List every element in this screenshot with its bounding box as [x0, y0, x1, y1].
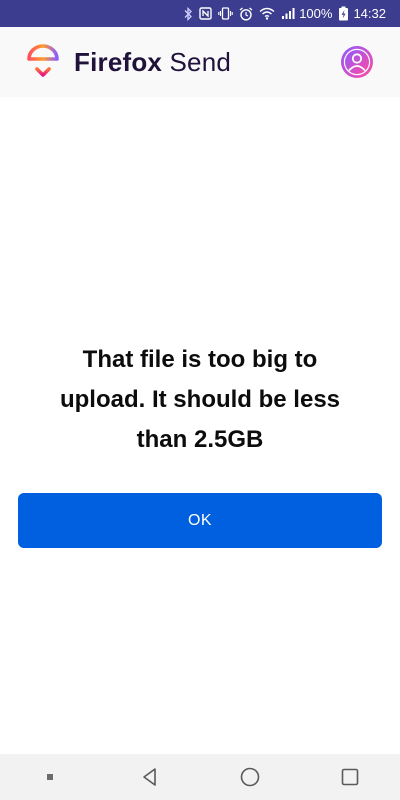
- screen: 100% 14:32 Firefox Send That file is too…: [0, 0, 400, 800]
- user-avatar-icon[interactable]: [340, 45, 374, 79]
- app-title-bold: Firefox: [74, 46, 163, 77]
- battery-percent: 100%: [299, 6, 333, 21]
- home-icon[interactable]: [220, 754, 280, 800]
- vibrate-icon: [218, 0, 233, 27]
- ok-button[interactable]: OK: [18, 493, 382, 548]
- recent-dot-icon[interactable]: [20, 754, 80, 800]
- wifi-icon: [259, 0, 275, 27]
- nfc-icon: [199, 0, 212, 27]
- battery-charging-icon: [338, 0, 349, 27]
- app-title-light: Send: [162, 46, 232, 77]
- app-title: Firefox Send: [74, 47, 231, 78]
- signal-icon: [281, 0, 295, 27]
- status-bar: 100% 14:32: [0, 0, 400, 27]
- overview-icon[interactable]: [320, 754, 380, 800]
- error-message: That file is too big to upload. It shoul…: [59, 346, 341, 453]
- firefox-send-logo-icon: [26, 44, 60, 80]
- clock-time: 14:32: [353, 6, 386, 21]
- alarm-icon: [239, 0, 253, 27]
- app-header: Firefox Send: [0, 27, 400, 97]
- back-icon[interactable]: [120, 754, 180, 800]
- bluetooth-icon: [184, 0, 193, 27]
- upload-error-dialog: That file is too big to upload. It shoul…: [0, 97, 400, 754]
- navigation-bar: [0, 754, 400, 800]
